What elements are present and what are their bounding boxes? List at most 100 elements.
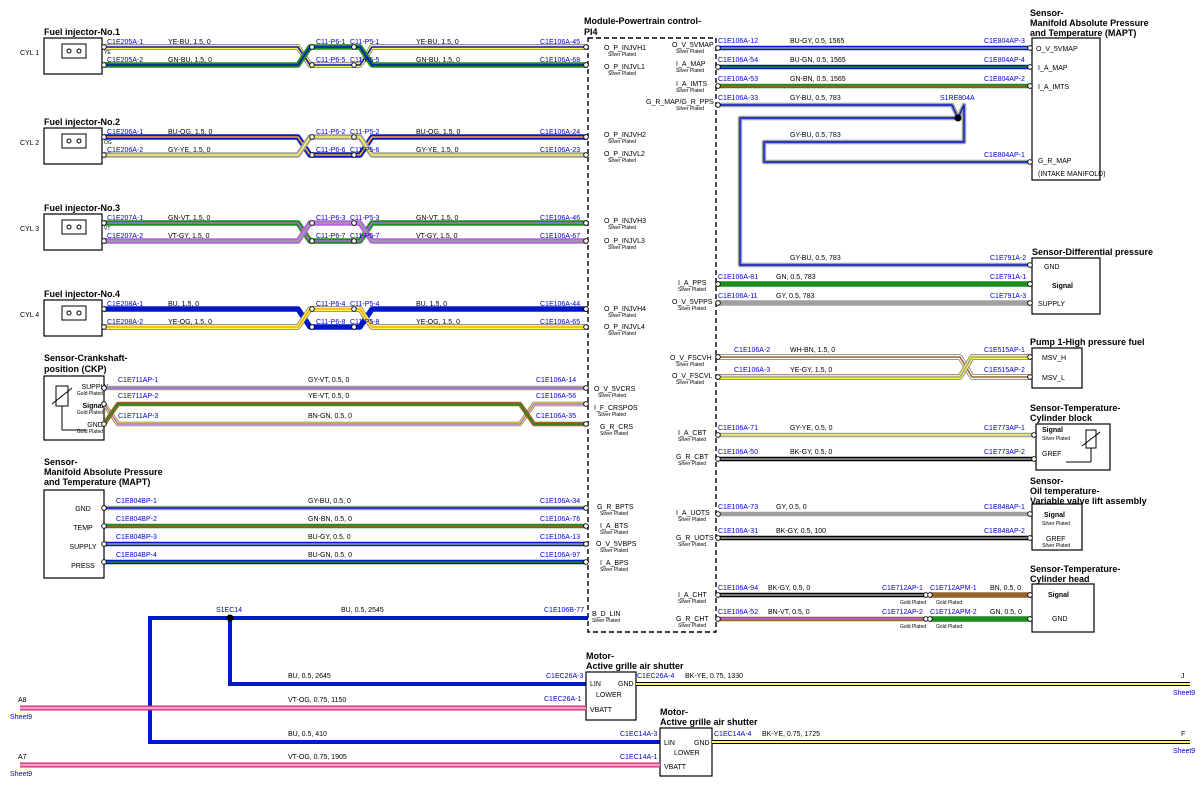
- connector-label: C1E106A-68: [540, 57, 580, 64]
- wire-label: GY-YE, 0.5, 0: [790, 425, 833, 432]
- sensor-ckp: Sensor-Crankshaft- position (CKP) SUPPLY…: [43, 353, 128, 441]
- pin-terminal: [309, 324, 315, 330]
- connector-label: C1E791A-1: [990, 274, 1026, 281]
- module-pin-label: I_A_UOTS: [676, 510, 710, 517]
- mapt-left-pin: PRESS: [71, 563, 95, 570]
- shutter-lower-pin-vbatt: VBATT: [664, 764, 687, 771]
- pin-terminal: [583, 421, 589, 427]
- pin-color: VT: [104, 226, 110, 232]
- offpage-ref: F: [1181, 731, 1185, 738]
- plating-label: Silver Plated: [678, 542, 706, 548]
- wire-label: GY-BU, 0.5, 783: [790, 95, 841, 102]
- module-pin-label: I_F_CRSPOS: [594, 405, 638, 412]
- wire-label: YE-GY, 1.5, 0: [790, 367, 832, 374]
- fuel-injector-2: Fuel injector-No.2CYL 2 OGYEC1E206A-1C1E2…: [20, 117, 589, 165]
- connector-label: C1E106A-35: [536, 413, 576, 420]
- connector-label: C1E106A-45: [540, 39, 580, 46]
- pin-terminal: [583, 44, 589, 50]
- wire-label: YE-OG, 1.5, 0: [168, 319, 212, 326]
- module-pin-label: I_A_PPS: [678, 280, 707, 287]
- connector-label: C1E207A-2: [107, 233, 143, 240]
- plating-label: Silver Plated: [600, 530, 628, 536]
- wire-label: GN, 0.5, 783: [776, 274, 816, 281]
- pin-terminal: [101, 385, 107, 391]
- mapt-left-title-line1: Sensor-: [44, 457, 78, 467]
- sensor-temp-cylinder-block: Sensor-Temperature- Cylinder block Signa…: [1030, 403, 1120, 471]
- connector-label: C11-P5-7: [350, 233, 380, 240]
- sheet-link[interactable]: Sheet9: [1173, 690, 1195, 697]
- wire-label: YE-OG, 1.5, 0: [416, 319, 460, 326]
- cht-pin: GND: [1052, 616, 1068, 623]
- pin-terminal: [101, 44, 107, 50]
- connector-label: C1E848AP-1: [984, 504, 1025, 511]
- fuel-injector-4: Fuel injector-No.4 CYL 4 C1E208A-1 C1E208A-…: [20, 289, 589, 337]
- module-pin-label: O_P_INJVL4: [604, 324, 645, 331]
- mapt-left-pin: TEMP: [73, 525, 93, 532]
- wire-label: BN-VT, 0.5, 0: [768, 609, 810, 616]
- shutter-upper-vbatt-wire: VT-OG, 0.75, 1150: [288, 697, 346, 704]
- connector-label: C1E804BP-4: [116, 552, 157, 559]
- injector-coil-icon: [61, 43, 87, 59]
- pin-terminal: [309, 306, 315, 312]
- wire-label: GY, 0.5, 783: [776, 293, 815, 300]
- shutter-lower-vbatt-wire: VT-OG, 0.75, 1905: [288, 754, 347, 761]
- injector-title: Fuel injector-No.1: [44, 27, 120, 37]
- injector-title: Fuel injector-No.2: [44, 117, 120, 127]
- pin-terminal: [101, 523, 107, 529]
- plating-label: Silver Plated: [608, 71, 636, 77]
- pin-terminal: [583, 152, 589, 158]
- ckp-title-line1: Sensor-Crankshaft-: [44, 353, 128, 363]
- wire-label: GY, 0.5, 0: [776, 504, 807, 511]
- mapt-right-title-line1: Sensor-: [1030, 8, 1064, 18]
- module-pin-label: G_R_CBT: [676, 454, 709, 461]
- plating-label: Silver Plated: [678, 623, 706, 629]
- ckp-pin-gnd: GND: [87, 422, 103, 429]
- pin-color: YE: [104, 50, 111, 56]
- sheet-link[interactable]: Sheet9: [10, 771, 32, 778]
- connector-label: C1E515AP-1: [984, 347, 1025, 354]
- plating-label: Silver Plated: [678, 287, 706, 293]
- pin-terminal: [715, 354, 721, 360]
- sheet-link[interactable]: Sheet9: [1173, 748, 1195, 755]
- mapt-right-title-line2: Manifold Absolute Pressure: [1030, 18, 1149, 28]
- wire-label: BU-GY, 0.5, 1565: [790, 38, 844, 45]
- plating-label: Silver Plated: [676, 68, 704, 74]
- shutter-lower-pin-gnd: GND: [694, 740, 710, 747]
- pin-terminal: [1027, 83, 1033, 89]
- sheet-link[interactable]: Sheet9: [10, 714, 32, 721]
- module-pin-label: O_V_FSCVH: [670, 355, 712, 362]
- splice-dot: [226, 614, 234, 622]
- wire-label: GN, 0.5, 0: [990, 609, 1022, 616]
- mapt-right-pin: (INTAKE MANIFOLD): [1038, 171, 1106, 178]
- module-pin-label: O_P_INJVL1: [604, 64, 645, 71]
- connector-label: C11-P6-6: [316, 147, 346, 154]
- mapt-right-pin: G_R_MAP: [1038, 158, 1072, 165]
- pin-terminal: [927, 592, 933, 598]
- pin-terminal: [583, 62, 589, 68]
- pin-terminal: [583, 306, 589, 312]
- connector-label: C1E804BP-2: [116, 516, 157, 523]
- cht-title-line1: Sensor-Temperature-: [1030, 564, 1120, 574]
- cylinder-label: CYL 3: [20, 226, 39, 233]
- connector-label: C1E205A-2: [107, 57, 143, 64]
- pin-terminal: [715, 281, 721, 287]
- pin-terminal: [715, 592, 721, 598]
- plating-label: Silver Plated: [592, 618, 620, 624]
- pin-terminal: [583, 385, 589, 391]
- plating-label: Silver Plated: [676, 362, 704, 368]
- connector-label: C1E208A-1: [107, 301, 143, 308]
- lin-lower-wire-label: BU, 0.5, 410: [288, 731, 327, 738]
- connector-label: C1E106A-94: [718, 585, 758, 592]
- pin-terminal: [309, 134, 315, 140]
- diff-pin: Signal: [1052, 283, 1073, 290]
- uots-title-line1: Sensor-: [1030, 476, 1064, 486]
- injector-coil-icon: [61, 305, 87, 321]
- wire-label: BN-GN, 0.5, 0: [308, 413, 352, 420]
- connector-label: C1E804BP-1: [116, 498, 157, 505]
- connector-label: C11-P6-1: [316, 39, 346, 46]
- pin-terminal: [101, 559, 107, 565]
- plating-label: Silver Plated: [678, 517, 706, 523]
- pin-terminal: [1027, 300, 1033, 306]
- module-pin-label: O_P_INJVH1: [604, 45, 646, 52]
- shutter-lower-conn-gnd: C1EC14A-4: [714, 731, 751, 738]
